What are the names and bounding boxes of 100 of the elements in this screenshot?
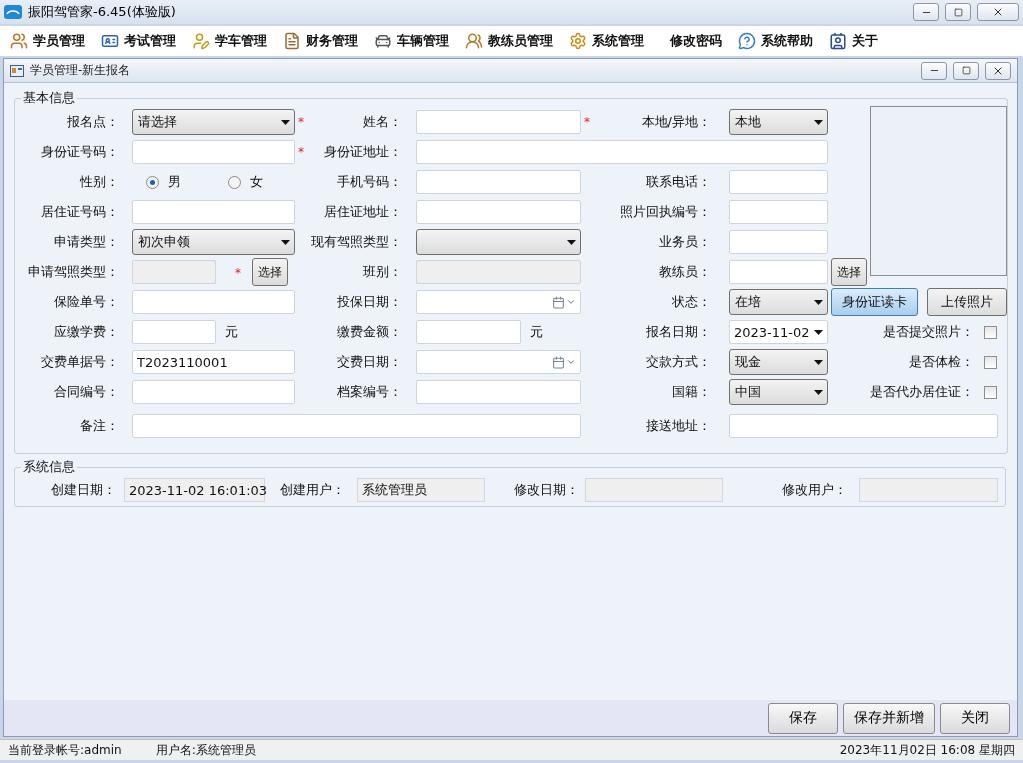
text-field[interactable] <box>729 170 828 194</box>
field-label: 交费日期： <box>337 353 403 371</box>
text-field[interactable] <box>132 140 295 164</box>
menu-item[interactable]: 学员管理 <box>8 32 87 50</box>
menu-item[interactable]: 财务管理 <box>281 32 360 50</box>
status-text: 当前登录帐号:admin <box>8 741 122 759</box>
dropdown[interactable] <box>416 229 581 255</box>
restore-button[interactable] <box>953 61 979 80</box>
radio-button[interactable] <box>228 175 241 189</box>
minimize-button[interactable] <box>921 61 947 80</box>
text-field[interactable] <box>416 200 581 224</box>
calendar-icon <box>552 295 565 309</box>
field-label: 是否提交照片： <box>883 323 974 341</box>
text-field[interactable] <box>132 200 295 224</box>
field-label: 修改日期： <box>514 481 580 499</box>
caret-icon <box>814 389 823 395</box>
checkbox[interactable] <box>984 325 997 339</box>
text-field[interactable] <box>416 380 581 404</box>
menu-item[interactable]: 车辆管理 <box>372 32 451 50</box>
select-button[interactable]: 选择 <box>831 258 867 286</box>
field-label: 国籍： <box>672 383 712 401</box>
text-field[interactable] <box>729 200 828 224</box>
field-label: 照片回执编号： <box>620 203 712 221</box>
action-button[interactable]: 保存并新增 <box>843 702 935 734</box>
text-field[interactable] <box>132 414 581 438</box>
action-button[interactable]: 关闭 <box>940 702 1010 734</box>
document-icon <box>283 32 301 50</box>
settings-icon <box>569 32 587 50</box>
text-field[interactable] <box>729 260 828 284</box>
field-label: 是否代办居住证： <box>870 383 974 401</box>
dropdown[interactable]: 请选择 <box>132 109 295 135</box>
field-label: 性别： <box>80 173 120 191</box>
date-picker[interactable]: 2023-11-02 <box>729 320 828 344</box>
menu-item[interactable]: 学车管理 <box>190 32 269 50</box>
menu-item[interactable]: 修改密码 <box>658 32 724 50</box>
action-button[interactable]: 身份证读卡 <box>831 288 919 316</box>
readonly-field: 系统管理员 <box>357 478 485 502</box>
required-mark: * <box>297 115 304 129</box>
field-label: 接送地址： <box>646 417 712 435</box>
field-label: 交费单据号： <box>41 353 120 371</box>
option-label: 男 <box>167 173 181 191</box>
close-button[interactable] <box>985 61 1011 80</box>
dropdown[interactable]: 中国 <box>729 379 828 405</box>
text-field[interactable] <box>416 170 581 194</box>
text-field[interactable] <box>132 290 295 314</box>
text-field[interactable] <box>416 320 521 344</box>
field-label: 申请类型： <box>54 233 120 251</box>
field-label: 保险单号： <box>54 293 120 311</box>
window-title: 振阳驾管家-6.45(体验版) <box>28 3 176 21</box>
menu-item[interactable]: 关于 <box>827 32 880 50</box>
action-button[interactable]: 上传照片 <box>927 288 1007 316</box>
text-field[interactable] <box>416 140 828 164</box>
field-label: 居住证地址： <box>324 203 403 221</box>
restore-icon <box>961 66 971 75</box>
menu-item[interactable]: 系统帮助 <box>736 32 815 50</box>
maximize-button[interactable] <box>945 3 971 21</box>
menu-item[interactable]: 系统管理 <box>567 32 646 50</box>
text-field[interactable] <box>416 110 581 134</box>
field-label: 身份证号码： <box>41 143 120 161</box>
text-field[interactable]: T2023110001 <box>132 350 295 374</box>
field-label: 姓名： <box>363 113 403 131</box>
menu-item[interactable]: 考试管理 <box>99 32 178 50</box>
date-field[interactable] <box>416 290 581 314</box>
field-label: 身份证地址： <box>324 143 403 161</box>
field-label: 现有驾照类型： <box>311 233 403 251</box>
required-mark: * <box>297 145 304 159</box>
dropdown[interactable]: 初次申领 <box>132 229 295 255</box>
caret-icon <box>814 359 823 365</box>
menu-item[interactable]: 教练员管理 <box>463 32 555 50</box>
action-button[interactable]: 保存 <box>768 702 838 734</box>
caret-icon <box>567 239 576 245</box>
field-label: 档案编号： <box>337 383 403 401</box>
caret-icon <box>566 357 576 367</box>
dropdown[interactable]: 现金 <box>729 349 828 375</box>
field-label: 联系电话： <box>646 173 712 191</box>
dropdown[interactable]: 在培 <box>729 289 828 315</box>
dropdown[interactable]: 本地 <box>729 109 828 135</box>
field-label: 创建用户： <box>280 481 346 499</box>
field-label: 报名点： <box>67 113 120 131</box>
help-icon <box>738 32 756 50</box>
checkbox[interactable] <box>984 355 997 369</box>
date-field[interactable] <box>416 350 581 374</box>
form-icon <box>10 64 24 77</box>
text-field[interactable] <box>132 380 295 404</box>
field-label: 合同编号： <box>54 383 120 401</box>
field-label: 手机号码： <box>337 173 403 191</box>
field-label: 是否体检： <box>909 353 974 371</box>
field-label: 修改用户： <box>782 481 848 499</box>
field-label: 状态： <box>672 293 712 311</box>
text-field[interactable] <box>132 320 216 344</box>
field-label: 投保日期： <box>337 293 403 311</box>
caret-icon <box>281 239 290 245</box>
checkbox[interactable] <box>984 385 997 399</box>
text-field[interactable] <box>729 230 828 254</box>
field-label: 业务员： <box>659 233 712 251</box>
minimize-button[interactable] <box>913 3 939 21</box>
car-icon <box>374 32 392 50</box>
maximize-icon <box>953 7 963 17</box>
text-field[interactable] <box>729 414 998 438</box>
radio-button[interactable] <box>146 175 159 189</box>
